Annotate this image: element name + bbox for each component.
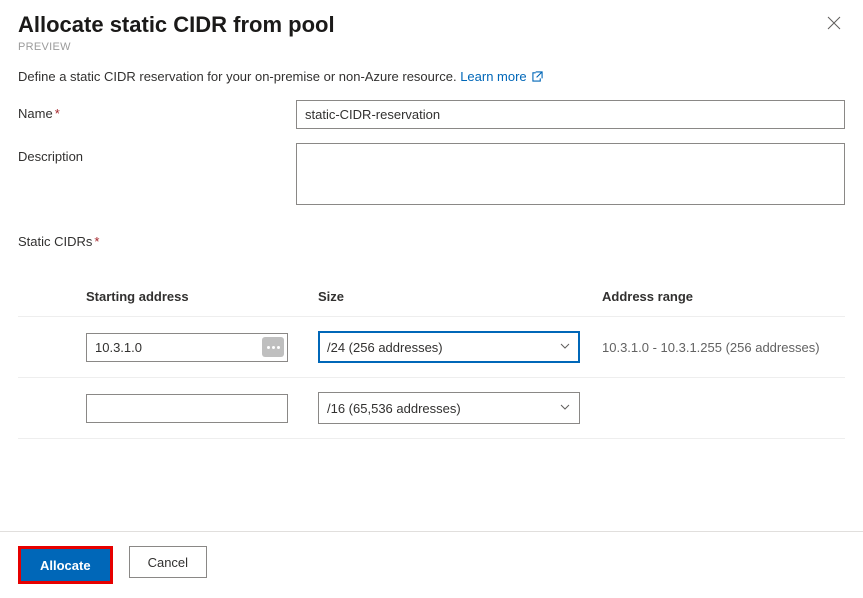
static-cidrs-table: Starting address Size Address range /24 … — [0, 255, 863, 439]
ellipsis-icon[interactable] — [262, 337, 284, 357]
highlight-ring: Allocate — [18, 546, 113, 584]
allocate-button[interactable]: Allocate — [21, 549, 110, 581]
required-indicator: * — [55, 106, 60, 121]
external-link-icon — [532, 71, 543, 82]
intro-text: Define a static CIDR reservation for you… — [0, 53, 863, 92]
description-field[interactable] — [296, 143, 845, 205]
preview-badge: PREVIEW — [18, 41, 845, 53]
chevron-down-icon — [559, 401, 571, 413]
required-indicator: * — [94, 234, 99, 249]
size-select[interactable]: /16 (65,536 addresses) — [318, 392, 580, 424]
chevron-down-icon — [559, 340, 571, 352]
column-header-starting-address: Starting address — [86, 289, 318, 304]
close-icon[interactable] — [823, 12, 845, 39]
size-select[interactable]: /24 (256 addresses) — [318, 331, 580, 363]
table-row: /24 (256 addresses) 10.3.1.0 - 10.3.1.255… — [18, 316, 845, 377]
column-header-address-range: Address range — [602, 289, 845, 304]
address-range-value: 10.3.1.0 - 10.3.1.255 (256 addresses) — [602, 340, 845, 355]
column-header-size: Size — [318, 289, 602, 304]
name-label: Name* — [18, 100, 296, 129]
static-cidrs-label: Static CIDRs* — [0, 222, 863, 255]
learn-more-link[interactable]: Learn more — [460, 69, 543, 84]
page-title: Allocate static CIDR from pool — [18, 12, 335, 38]
name-field[interactable] — [296, 100, 845, 129]
size-select-label: /24 (256 addresses) — [327, 340, 443, 355]
starting-address-input[interactable] — [86, 333, 288, 362]
intro-text-body: Define a static CIDR reservation for you… — [18, 69, 460, 84]
table-row: /16 (65,536 addresses) — [18, 377, 845, 439]
cancel-button[interactable]: Cancel — [129, 546, 207, 578]
starting-address-input[interactable] — [86, 394, 288, 423]
description-label: Description — [18, 143, 296, 208]
size-select-label: /16 (65,536 addresses) — [327, 401, 461, 416]
